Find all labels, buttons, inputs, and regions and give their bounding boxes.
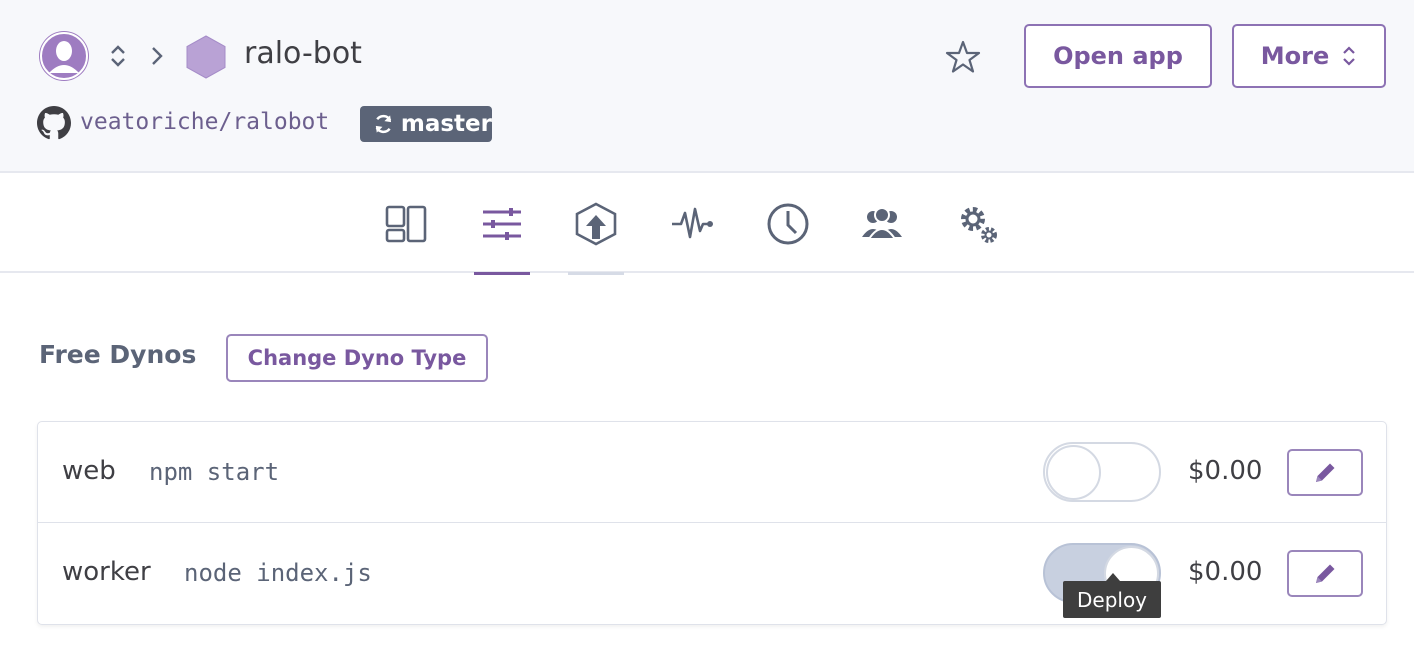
tab-metrics[interactable] — [664, 175, 720, 273]
edit-dyno-web-button[interactable] — [1287, 449, 1363, 496]
repo-link[interactable]: veatoriche/ralobot — [80, 109, 329, 135]
edit-dyno-worker-button[interactable] — [1287, 550, 1363, 597]
chevron-right-icon — [148, 44, 166, 68]
dyno-price: $0.00 — [1188, 557, 1263, 587]
metrics-icon — [672, 207, 713, 239]
tab-overview[interactable] — [378, 175, 434, 273]
deploy-tooltip: Deploy — [1063, 573, 1161, 618]
dyno-toggle-web[interactable] — [1043, 442, 1161, 502]
open-app-button[interactable]: Open app — [1024, 24, 1212, 88]
dyno-type: worker — [62, 557, 151, 587]
github-icon — [37, 106, 71, 140]
clock-icon — [767, 203, 809, 245]
dyno-command: node index.js — [184, 559, 372, 587]
section-title: Free Dynos — [39, 340, 197, 369]
app-hexagon-icon — [184, 34, 228, 80]
chevron-updown-icon — [1343, 46, 1356, 66]
gears-icon — [961, 207, 997, 243]
tab-deploy[interactable] — [568, 175, 624, 275]
app-nav — [0, 175, 1414, 275]
overview-icon — [385, 205, 427, 243]
people-icon — [862, 207, 902, 240]
dyno-row-worker: worker node index.js $0.00 — [38, 523, 1386, 624]
change-dyno-type-label: Change Dyno Type — [247, 346, 467, 370]
branch-name: master — [400, 111, 492, 137]
pencil-icon — [1316, 463, 1335, 482]
dyno-type: web — [62, 456, 116, 486]
app-name[interactable]: ralo-bot — [244, 36, 362, 71]
dyno-command: npm start — [149, 458, 280, 486]
tab-settings[interactable] — [950, 175, 1006, 273]
resources-icon — [483, 208, 521, 240]
deploy-icon — [575, 202, 617, 246]
account-switcher-icon[interactable] — [107, 42, 129, 70]
app-header: ralo-bot Open app More veatoriche/ralobo… — [0, 0, 1414, 173]
tab-activity[interactable] — [760, 175, 816, 273]
user-avatar[interactable] — [39, 31, 89, 81]
favorite-star-icon[interactable] — [944, 38, 982, 76]
branch-badge[interactable]: master — [360, 106, 492, 142]
dyno-row-web: web npm start $0.00 — [38, 422, 1386, 523]
more-button[interactable]: More — [1232, 24, 1386, 88]
open-app-label: Open app — [1053, 42, 1183, 70]
dyno-list: web npm start $0.00 worker node index.js… — [37, 421, 1387, 625]
pencil-icon — [1316, 564, 1335, 583]
toggle-knob — [1046, 445, 1101, 500]
tab-resources[interactable] — [474, 175, 530, 275]
tab-access[interactable] — [854, 175, 910, 273]
change-dyno-type-button[interactable]: Change Dyno Type — [226, 334, 488, 382]
dyno-price: $0.00 — [1188, 456, 1263, 486]
sync-icon — [375, 114, 392, 134]
more-label: More — [1260, 42, 1330, 70]
